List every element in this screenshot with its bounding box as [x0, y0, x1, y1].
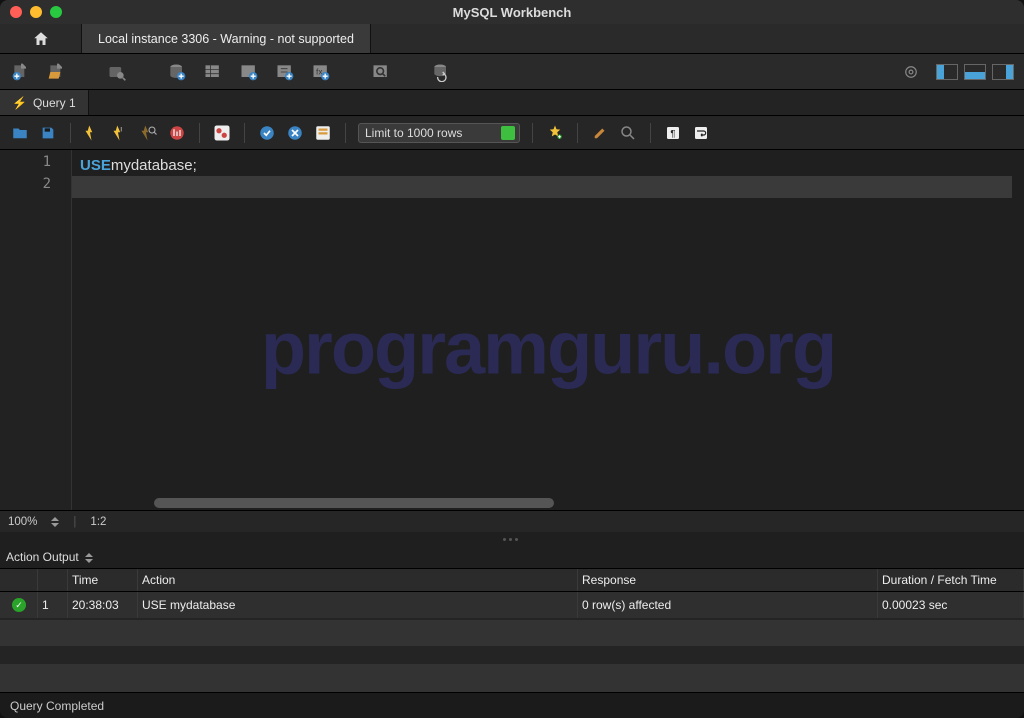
grid-header-time[interactable]: Time: [68, 569, 138, 591]
query-tab-label: Query 1: [33, 96, 76, 110]
editor-status-bar: 100% | 1:2: [0, 510, 1024, 532]
titlebar: MySQL Workbench: [0, 0, 1024, 24]
db-func-button[interactable]: fx: [310, 61, 332, 83]
execute-current-button[interactable]: I: [111, 123, 131, 143]
open-file-button[interactable]: [10, 123, 30, 143]
connection-tabstrip: Local instance 3306 - Warning - not supp…: [0, 24, 1024, 54]
limit-rows-label: Limit to 1000 rows: [365, 126, 462, 140]
success-icon: ✓: [12, 598, 26, 612]
svg-text:¶: ¶: [670, 128, 675, 138]
db-reconnect-button[interactable]: [430, 61, 452, 83]
status-text: Query Completed: [10, 699, 104, 713]
new-sql-tab-button[interactable]: [10, 61, 32, 83]
toggle-right-panel[interactable]: [992, 64, 1014, 80]
settings-gear-icon[interactable]: [900, 61, 922, 83]
home-tab[interactable]: [0, 24, 82, 53]
grid-blank-row: [0, 664, 1024, 692]
connection-tab-label: Local instance 3306 - Warning - not supp…: [98, 32, 354, 46]
beautify-button[interactable]: [545, 123, 565, 143]
rollback-button[interactable]: [285, 123, 305, 143]
grid-header-response[interactable]: Response: [578, 569, 878, 591]
editor-gutter: 1 2: [0, 150, 72, 510]
minimize-window-button[interactable]: [30, 6, 42, 18]
main-toolbar: fx: [0, 54, 1024, 90]
save-file-button[interactable]: [38, 123, 58, 143]
query-tab[interactable]: ⚡ Query 1: [0, 90, 89, 115]
app-title: MySQL Workbench: [0, 5, 1024, 20]
toggle-invisible-button[interactable]: ¶: [663, 123, 683, 143]
code-line-active: [72, 176, 1012, 198]
row-response: 0 row(s) affected: [578, 592, 878, 618]
zoom-level: 100%: [8, 516, 37, 528]
toggle-autocommit-button[interactable]: [212, 123, 232, 143]
open-sql-file-button[interactable]: [46, 61, 68, 83]
inspector-button[interactable]: [106, 61, 128, 83]
line-number: 1: [0, 154, 71, 176]
toggle-left-panel[interactable]: [936, 64, 958, 80]
horizontal-splitter[interactable]: [0, 532, 1024, 546]
sql-editor[interactable]: 1 2 USE mydatabase; programguru.org: [0, 150, 1024, 510]
db-table-button[interactable]: [202, 61, 224, 83]
grid-header-row: Time Action Response Duration / Fetch Ti…: [0, 568, 1024, 592]
db-proc-button[interactable]: [274, 61, 296, 83]
code-line: USE mydatabase;: [72, 154, 1024, 176]
connection-tab[interactable]: Local instance 3306 - Warning - not supp…: [82, 24, 371, 53]
close-window-button[interactable]: [10, 6, 22, 18]
zoom-window-button[interactable]: [50, 6, 62, 18]
explain-button[interactable]: [139, 123, 159, 143]
grid-header-action[interactable]: Action: [138, 569, 578, 591]
scrollbar-thumb[interactable]: [154, 498, 554, 508]
commit-button[interactable]: [257, 123, 277, 143]
row-time: 20:38:03: [68, 592, 138, 618]
editor-code-area[interactable]: USE mydatabase; programguru.org: [72, 150, 1024, 510]
grid-header-status: [0, 569, 38, 591]
sql-punct: ;: [193, 157, 197, 174]
db-view-button[interactable]: [238, 61, 260, 83]
watermark-text: programguru.org: [72, 306, 1024, 391]
window-controls: [10, 6, 62, 18]
row-duration: 0.00023 sec: [878, 592, 1024, 618]
sql-identifier: mydatabase: [111, 157, 193, 174]
grid-blank-row: [0, 620, 1024, 646]
zoom-stepper[interactable]: [51, 517, 59, 527]
svg-text:I: I: [120, 126, 122, 133]
limit-rows-select[interactable]: Limit to 1000 rows: [358, 123, 520, 143]
status-bar: Query Completed: [0, 692, 1024, 718]
row-action: USE mydatabase: [138, 592, 578, 618]
brush-button[interactable]: [590, 123, 610, 143]
output-panel-header: Action Output: [0, 546, 1024, 568]
home-icon: [32, 30, 50, 48]
stop-button[interactable]: [167, 123, 187, 143]
grid-header-duration[interactable]: Duration / Fetch Time: [878, 569, 1024, 591]
panel-toggle-group: [936, 64, 1014, 80]
bolt-icon: ⚡: [12, 96, 27, 110]
output-type-select[interactable]: Action Output: [6, 550, 93, 564]
line-number: 2: [0, 176, 71, 198]
query-tabstrip: ⚡ Query 1: [0, 90, 1024, 116]
row-status: ✓: [0, 592, 38, 618]
grid-row[interactable]: ✓ 1 20:38:03 USE mydatabase 0 row(s) aff…: [0, 592, 1024, 618]
toggle-bottom-panel[interactable]: [964, 64, 986, 80]
sql-keyword: USE: [80, 157, 111, 174]
find-button[interactable]: [618, 123, 638, 143]
row-index: 1: [38, 592, 68, 618]
editor-horizontal-scrollbar[interactable]: [144, 496, 1014, 510]
action-output-grid: Time Action Response Duration / Fetch Ti…: [0, 568, 1024, 692]
db-create-schema-button[interactable]: [166, 61, 188, 83]
sql-toolbar: I Limit to 1000 rows ¶: [0, 116, 1024, 150]
app-window: MySQL Workbench Local instance 3306 - Wa…: [0, 0, 1024, 718]
cursor-position: 1:2: [90, 516, 106, 528]
db-search-button[interactable]: [370, 61, 392, 83]
toggle-limits-button[interactable]: [313, 123, 333, 143]
toggle-wrap-button[interactable]: [691, 123, 711, 143]
grid-header-index: [38, 569, 68, 591]
execute-button[interactable]: [83, 123, 103, 143]
